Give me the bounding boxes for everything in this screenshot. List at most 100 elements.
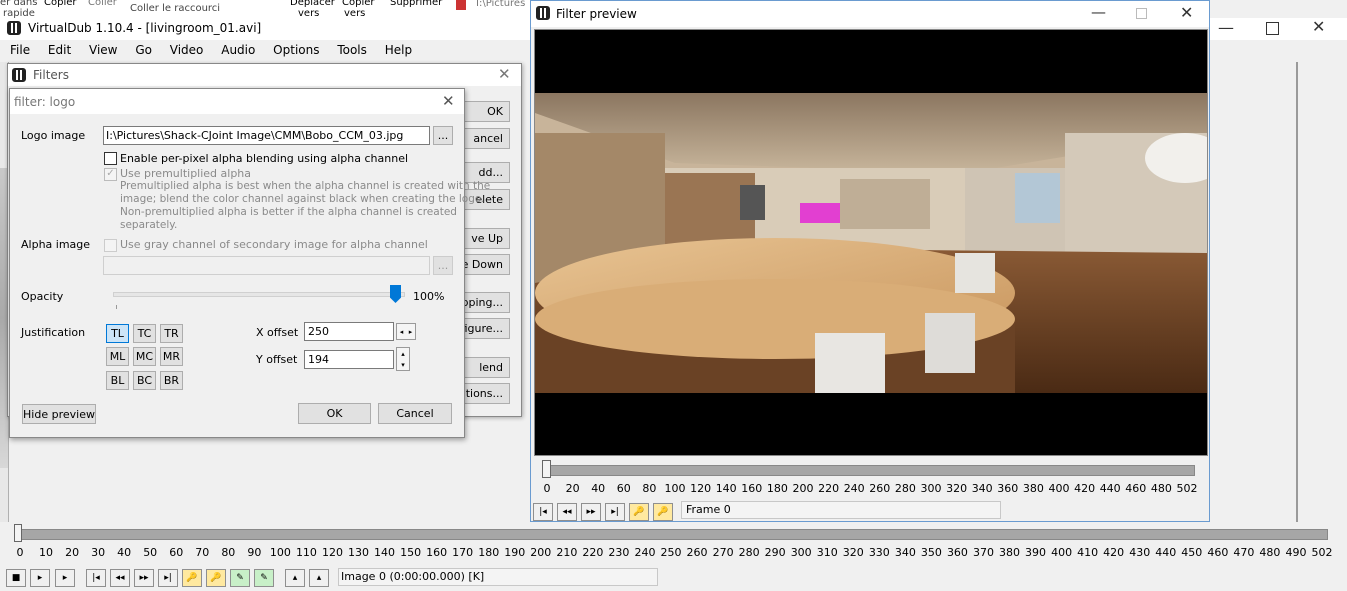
alpha-browse-button[interactable]: ... bbox=[433, 256, 453, 275]
mark-out-icon[interactable]: ▴ bbox=[309, 569, 329, 587]
just-bc-button[interactable]: BC bbox=[133, 371, 156, 390]
logo-dialog: filter: logo ✕ Logo image I:\Pictures\Sh… bbox=[9, 88, 490, 438]
play-input-icon[interactable]: ▸ bbox=[30, 569, 50, 587]
y-offset-down-icon[interactable]: ▾ bbox=[401, 361, 405, 369]
scale-label: 480 bbox=[1259, 546, 1281, 559]
menu-options[interactable]: Options bbox=[273, 43, 319, 57]
x-offset-spinner[interactable]: ◂ ▸ bbox=[396, 323, 416, 340]
preview-go-end-icon[interactable]: ▸| bbox=[605, 503, 625, 521]
x-offset-left-icon[interactable]: ◂ bbox=[400, 328, 404, 336]
ribbon-paste[interactable]: Coller bbox=[88, 0, 117, 8]
ribbon-move[interactable]: Déplacer bbox=[290, 0, 335, 8]
filters-app-icon bbox=[12, 68, 26, 82]
close-icon[interactable]: ✕ bbox=[1312, 17, 1325, 36]
preview-maximize-icon[interactable] bbox=[1136, 8, 1147, 19]
just-bl-button[interactable]: BL bbox=[106, 371, 129, 390]
scale-label: 440 bbox=[1099, 482, 1121, 495]
just-mr-button[interactable]: MR bbox=[160, 347, 183, 366]
scale-label: 80 bbox=[642, 482, 657, 495]
alpha-path-field[interactable] bbox=[103, 256, 430, 275]
scale-label: 360 bbox=[946, 546, 968, 559]
scale-label: 390 bbox=[1025, 546, 1047, 559]
logo-path-field[interactable]: I:\Pictures\Shack-CJoint Image\CMM\Bobo_… bbox=[103, 126, 430, 145]
scene-back-icon[interactable]: ✎ bbox=[230, 569, 250, 587]
logo-browse-button[interactable]: ... bbox=[433, 126, 453, 145]
scale-label: 420 bbox=[1074, 482, 1096, 495]
scale-label: 380 bbox=[1022, 482, 1044, 495]
scale-label: 130 bbox=[348, 546, 370, 559]
stop-icon[interactable]: ■ bbox=[6, 569, 26, 587]
scale-label: 80 bbox=[221, 546, 236, 559]
just-tr-button[interactable]: TR bbox=[160, 324, 183, 343]
main-timeline-track[interactable] bbox=[14, 529, 1328, 540]
hide-preview-button[interactable]: Hide preview bbox=[22, 404, 96, 424]
prev-key-icon[interactable]: 🔑 bbox=[182, 569, 202, 587]
y-offset-spinner[interactable]: ▴ ▾ bbox=[396, 347, 410, 371]
scale-label: 10 bbox=[39, 546, 54, 559]
enable-alpha-checkbox[interactable] bbox=[104, 152, 117, 165]
preview-go-start-icon[interactable]: |◂ bbox=[533, 503, 553, 521]
just-tc-button[interactable]: TC bbox=[133, 324, 156, 343]
scale-label: 120 bbox=[321, 546, 343, 559]
step-forward-icon[interactable]: ▸▸ bbox=[134, 569, 154, 587]
main-timeline-thumb[interactable] bbox=[14, 524, 22, 542]
menu-audio[interactable]: Audio bbox=[221, 43, 255, 57]
ribbon-paste-shortcut[interactable]: Coller le raccourci bbox=[130, 3, 220, 14]
preview-minimize-icon[interactable]: — bbox=[1091, 3, 1106, 21]
scale-label: 270 bbox=[712, 546, 734, 559]
x-offset-right-icon[interactable]: ▸ bbox=[409, 328, 413, 336]
menu-file[interactable]: File bbox=[10, 43, 30, 57]
x-offset-label: X offset bbox=[256, 326, 299, 339]
preview-close-icon[interactable]: ✕ bbox=[1180, 3, 1193, 22]
filters-close-icon[interactable]: ✕ bbox=[498, 65, 511, 83]
ribbon-pin-label: er dans bbox=[0, 0, 38, 8]
alpha-gray-checkbox[interactable] bbox=[104, 239, 117, 252]
step-back-icon[interactable]: ◂◂ bbox=[110, 569, 130, 587]
scale-label: 60 bbox=[169, 546, 184, 559]
preview-prev-key-icon[interactable]: 🔑 bbox=[629, 503, 649, 521]
preview-video bbox=[534, 29, 1208, 456]
filters-title-bar: Filters ✕ bbox=[8, 64, 521, 86]
opacity-slider-thumb[interactable] bbox=[390, 285, 401, 303]
preview-timeline-track[interactable] bbox=[544, 465, 1195, 476]
menu-go[interactable]: Go bbox=[135, 43, 152, 57]
preview-step-forward-icon[interactable]: ▸▸ bbox=[581, 503, 601, 521]
menu-view[interactable]: View bbox=[89, 43, 117, 57]
logo-close-icon[interactable]: ✕ bbox=[442, 92, 455, 110]
menu-edit[interactable]: Edit bbox=[48, 43, 71, 57]
scene-forward-icon[interactable]: ✎ bbox=[254, 569, 274, 587]
y-offset-up-icon[interactable]: ▴ bbox=[401, 350, 405, 358]
premult-checkbox[interactable]: ✓ bbox=[104, 168, 117, 181]
scale-label: 70 bbox=[195, 546, 210, 559]
menu-tools[interactable]: Tools bbox=[337, 43, 367, 57]
maximize-icon[interactable] bbox=[1266, 22, 1279, 35]
scale-label: 290 bbox=[764, 546, 786, 559]
mark-in-icon[interactable]: ▴ bbox=[285, 569, 305, 587]
logo-cancel-button[interactable]: Cancel bbox=[378, 403, 452, 424]
scale-label: 120 bbox=[690, 482, 712, 495]
menu-help[interactable]: Help bbox=[385, 43, 412, 57]
menu-video[interactable]: Video bbox=[170, 43, 204, 57]
just-tl-button[interactable]: TL bbox=[106, 324, 129, 343]
next-key-icon[interactable]: 🔑 bbox=[206, 569, 226, 587]
preview-timeline-thumb[interactable] bbox=[542, 460, 551, 478]
y-offset-input[interactable]: 194 bbox=[304, 350, 394, 369]
logo-ok-button[interactable]: OK bbox=[298, 403, 371, 424]
just-br-button[interactable]: BR bbox=[160, 371, 183, 390]
ribbon-delete[interactable]: Supprimer bbox=[390, 0, 442, 8]
preview-step-back-icon[interactable]: ◂◂ bbox=[557, 503, 577, 521]
living-room-frame bbox=[535, 93, 1207, 393]
ribbon-copyto[interactable]: Copier bbox=[342, 0, 375, 8]
scale-label: 340 bbox=[894, 546, 916, 559]
go-end-icon[interactable]: ▸| bbox=[158, 569, 178, 587]
ribbon-copy[interactable]: Copier bbox=[44, 0, 77, 8]
just-mc-button[interactable]: MC bbox=[133, 347, 156, 366]
x-offset-input[interactable]: 250 bbox=[304, 322, 394, 341]
opacity-slider-track[interactable] bbox=[113, 292, 405, 297]
go-start-icon[interactable]: |◂ bbox=[86, 569, 106, 587]
play-output-icon[interactable]: ▸ bbox=[55, 569, 75, 587]
filters-title: Filters bbox=[33, 68, 69, 82]
just-ml-button[interactable]: ML bbox=[106, 347, 129, 366]
minimize-icon[interactable]: — bbox=[1218, 18, 1234, 37]
preview-next-key-icon[interactable]: 🔑 bbox=[653, 503, 673, 521]
